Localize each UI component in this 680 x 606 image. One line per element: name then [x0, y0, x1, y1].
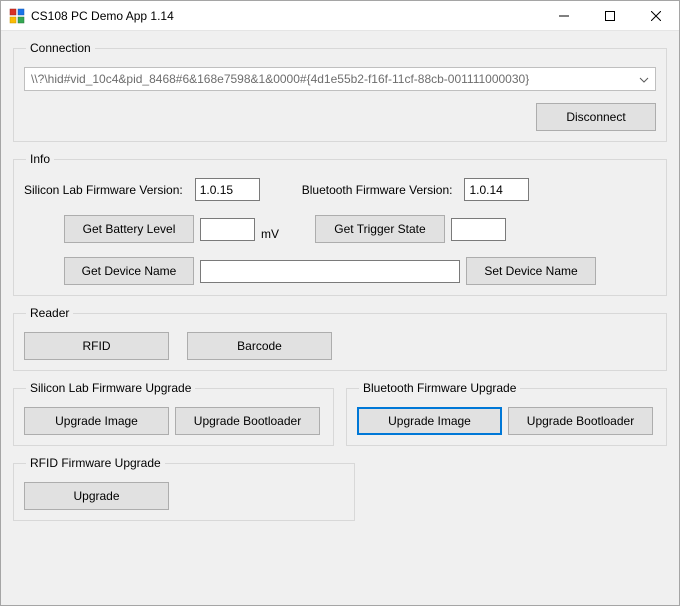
device-path-text: \\?\hid#vid_10c4&pid_8468#6&168e7598&1&0…	[31, 72, 529, 86]
rfid-upgrade-legend: RFID Firmware Upgrade	[26, 456, 165, 470]
silab-upgrade-legend: Silicon Lab Firmware Upgrade	[26, 381, 195, 395]
bt-upgrade-legend: Bluetooth Firmware Upgrade	[359, 381, 520, 395]
mv-label: mV	[261, 227, 279, 241]
chevron-down-icon	[639, 72, 649, 86]
reader-group: Reader RFID Barcode	[13, 306, 667, 371]
silab-version-label: Silicon Lab Firmware Version:	[24, 183, 183, 197]
get-battery-button[interactable]: Get Battery Level	[64, 215, 194, 243]
maximize-button[interactable]	[587, 1, 633, 30]
info-group: Info Silicon Lab Firmware Version: Bluet…	[13, 152, 667, 296]
silab-upgrade-group: Silicon Lab Firmware Upgrade Upgrade Ima…	[13, 381, 334, 446]
barcode-button[interactable]: Barcode	[187, 332, 332, 360]
reader-legend: Reader	[26, 306, 73, 320]
get-device-name-button[interactable]: Get Device Name	[64, 257, 194, 285]
app-icon	[9, 8, 25, 24]
info-legend: Info	[26, 152, 54, 166]
silab-upgrade-image-button[interactable]: Upgrade Image	[24, 407, 169, 435]
connection-legend: Connection	[26, 41, 95, 55]
bt-version-label: Bluetooth Firmware Version:	[302, 183, 453, 197]
battery-value-field[interactable]	[200, 218, 255, 241]
bt-upgrade-bootloader-button[interactable]: Upgrade Bootloader	[508, 407, 653, 435]
bt-upgrade-group: Bluetooth Firmware Upgrade Upgrade Image…	[346, 381, 667, 446]
silab-upgrade-bootloader-button[interactable]: Upgrade Bootloader	[175, 407, 320, 435]
bt-version-field[interactable]	[464, 178, 529, 201]
device-name-field[interactable]	[200, 260, 460, 283]
app-window: CS108 PC Demo App 1.14 Connection \\?\hi…	[0, 0, 680, 606]
rfid-button[interactable]: RFID	[24, 332, 169, 360]
content-area: Connection \\?\hid#vid_10c4&pid_8468#6&1…	[1, 31, 679, 605]
disconnect-button[interactable]: Disconnect	[536, 103, 656, 131]
rfid-upgrade-group: RFID Firmware Upgrade Upgrade	[13, 456, 355, 521]
rfid-upgrade-button[interactable]: Upgrade	[24, 482, 169, 510]
close-button[interactable]	[633, 1, 679, 30]
silab-version-field[interactable]	[195, 178, 260, 201]
titlebar: CS108 PC Demo App 1.14	[1, 1, 679, 31]
bt-upgrade-image-button[interactable]: Upgrade Image	[357, 407, 502, 435]
device-path-combo[interactable]: \\?\hid#vid_10c4&pid_8468#6&168e7598&1&0…	[24, 67, 656, 91]
window-title: CS108 PC Demo App 1.14	[31, 9, 541, 23]
set-device-name-button[interactable]: Set Device Name	[466, 257, 596, 285]
trigger-value-field[interactable]	[451, 218, 506, 241]
get-trigger-button[interactable]: Get Trigger State	[315, 215, 445, 243]
window-controls	[541, 1, 679, 30]
minimize-button[interactable]	[541, 1, 587, 30]
connection-group: Connection \\?\hid#vid_10c4&pid_8468#6&1…	[13, 41, 667, 142]
